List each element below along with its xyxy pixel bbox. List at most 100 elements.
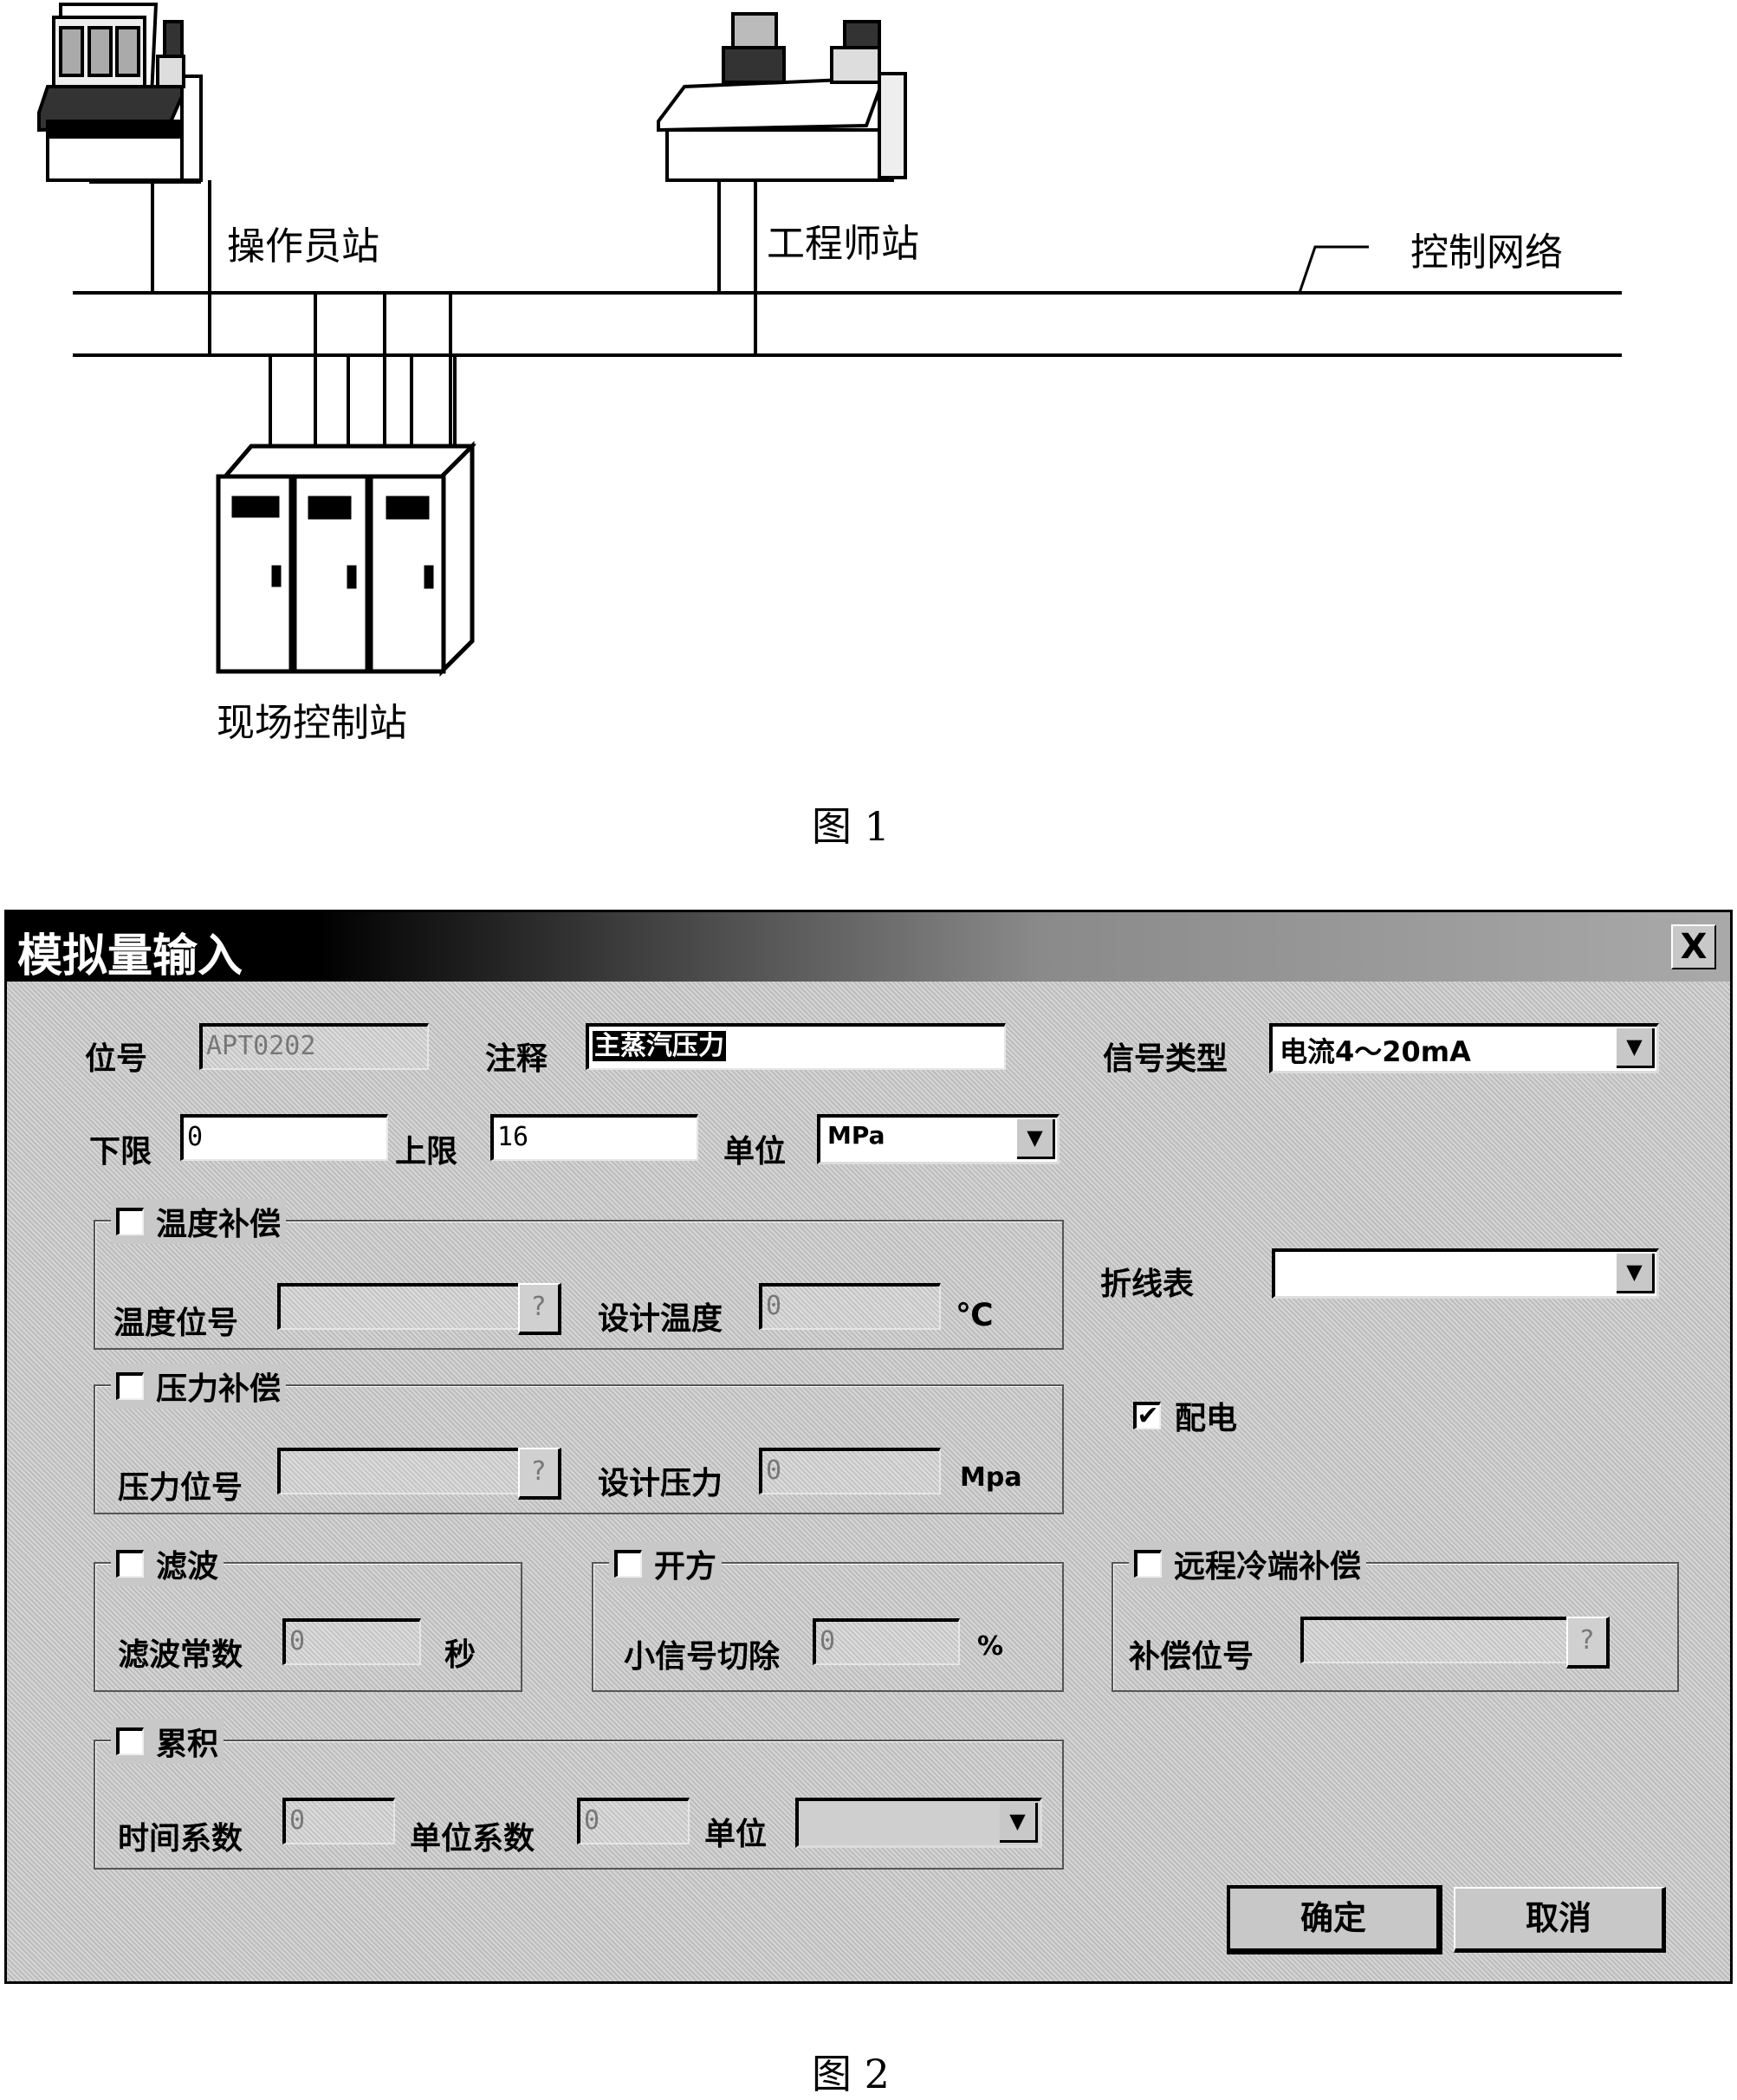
figure-1-caption: 图 1 xyxy=(812,803,890,850)
unit-coef-label: 单位系数 xyxy=(410,1821,535,1857)
design-press-unit: Mpa xyxy=(960,1462,1022,1493)
temp-tag-input[interactable] xyxy=(277,1283,520,1330)
chevron-down-icon[interactable]: ▼ xyxy=(1617,1254,1655,1293)
temp-tag-lookup-button[interactable]: ? xyxy=(518,1283,561,1335)
accum-unit-select[interactable]: ▼ xyxy=(795,1798,1042,1848)
time-coef-label: 时间系数 xyxy=(118,1821,243,1857)
control-network-label: 控制网络 xyxy=(1410,230,1563,275)
signal-type-select[interactable]: 电流4～20mA ▼ xyxy=(1269,1023,1659,1073)
cutoff-input[interactable]: 0 xyxy=(813,1618,960,1665)
dialog-title: 模拟量输入 xyxy=(17,930,243,982)
field-control-station-label: 现场控制站 xyxy=(217,701,407,745)
cancel-button[interactable]: 取消 xyxy=(1454,1887,1666,1953)
filter-unit: 秒 xyxy=(444,1637,476,1673)
question-icon: ? xyxy=(1580,1625,1594,1656)
design-press-value: 0 xyxy=(766,1455,782,1486)
figure-1-dcs-architecture: 操作员站 工程师站 控制网络 现场控制站 图 1 xyxy=(0,0,1737,866)
accum-unit-label: 单位 xyxy=(704,1817,768,1852)
analog-input-dialog: 模拟量输入 X 位号 APT0202 注释 主蒸汽压力 信号类型 电流4～20m… xyxy=(4,910,1733,1984)
accumulate-label: 累积 xyxy=(156,1727,219,1762)
cutoff-unit: % xyxy=(977,1631,1004,1662)
cold-junction-label: 远程冷端补偿 xyxy=(1174,1549,1362,1585)
temp-comp-header: 温度补偿 xyxy=(111,1199,287,1244)
check-icon: ✔ xyxy=(1137,1401,1159,1431)
comp-tag-lookup-button[interactable]: ? xyxy=(1566,1617,1610,1669)
cutoff-label: 小信号切除 xyxy=(624,1639,781,1675)
press-comp-header: 压力补偿 xyxy=(111,1364,287,1409)
design-temp-input[interactable]: 0 xyxy=(759,1283,941,1330)
comp-tag-input[interactable] xyxy=(1300,1617,1569,1663)
press-tag-input[interactable] xyxy=(277,1448,520,1494)
design-press-label: 设计压力 xyxy=(598,1466,723,1501)
operator-station-label: 操作员站 xyxy=(227,224,379,269)
design-temp-label: 设计温度 xyxy=(598,1301,723,1337)
power-label: 配电 xyxy=(1175,1401,1238,1436)
press-comp-checkbox[interactable] xyxy=(116,1372,144,1400)
accumulate-checkbox[interactable] xyxy=(116,1727,144,1755)
upper-limit-label: 上限 xyxy=(395,1134,458,1170)
temp-comp-checkbox[interactable] xyxy=(116,1208,144,1235)
design-temp-value: 0 xyxy=(766,1291,782,1321)
upper-limit-value: 16 xyxy=(497,1122,529,1152)
lower-limit-value: 0 xyxy=(187,1122,204,1152)
upper-limit-input[interactable]: 16 xyxy=(490,1114,698,1161)
close-button[interactable]: X xyxy=(1671,924,1716,969)
comp-tag-label: 补偿位号 xyxy=(1129,1639,1254,1675)
signal-type-value: 电流4～20mA xyxy=(1280,1035,1471,1068)
signal-type-label: 信号类型 xyxy=(1103,1041,1228,1077)
lower-limit-label: 下限 xyxy=(89,1134,152,1170)
filter-const-input[interactable]: 0 xyxy=(282,1618,421,1665)
filter-header: 滤波 xyxy=(111,1541,224,1586)
press-tag-label: 压力位号 xyxy=(118,1470,243,1506)
cold-junction-checkbox[interactable] xyxy=(1134,1550,1162,1578)
design-press-input[interactable]: 0 xyxy=(759,1448,941,1494)
sqrt-header: 开方 xyxy=(609,1541,723,1586)
power-checkbox[interactable]: ✔ xyxy=(1133,1402,1161,1429)
cutoff-value: 0 xyxy=(820,1626,836,1656)
filter-const-value: 0 xyxy=(289,1626,306,1656)
dialog-titlebar[interactable]: 模拟量输入 X xyxy=(7,912,1730,982)
ok-button[interactable]: 确定 xyxy=(1227,1885,1442,1954)
question-icon: ? xyxy=(532,1292,546,1322)
figure-2-caption: 图 2 xyxy=(812,2051,890,2097)
cold-junction-header: 远程冷端补偿 xyxy=(1129,1541,1367,1586)
sqrt-checkbox[interactable] xyxy=(614,1550,642,1578)
unit-select[interactable]: MPa ▼ xyxy=(817,1114,1060,1164)
comment-label: 注释 xyxy=(485,1041,548,1077)
power-option[interactable]: ✔ 配电 xyxy=(1133,1393,1237,1438)
press-comp-label: 压力补偿 xyxy=(156,1371,282,1407)
unit-value: MPa xyxy=(827,1121,885,1150)
temp-comp-label: 温度补偿 xyxy=(156,1207,282,1242)
chevron-down-icon[interactable]: ▼ xyxy=(1000,1803,1038,1843)
polyline-label: 折线表 xyxy=(1100,1267,1195,1302)
close-icon: X xyxy=(1680,927,1708,967)
sqrt-label: 开方 xyxy=(654,1549,717,1585)
filter-const-label: 滤波常数 xyxy=(118,1637,243,1673)
chevron-down-icon[interactable]: ▼ xyxy=(1617,1028,1655,1068)
lower-limit-input[interactable]: 0 xyxy=(180,1114,388,1161)
question-icon: ? xyxy=(532,1456,546,1487)
unit-coef-value: 0 xyxy=(584,1805,600,1836)
press-tag-lookup-button[interactable]: ? xyxy=(518,1448,561,1500)
unit-coef-input[interactable]: 0 xyxy=(577,1798,690,1844)
unit-label: 单位 xyxy=(723,1134,787,1170)
time-coef-input[interactable]: 0 xyxy=(282,1798,395,1844)
engineer-station-label: 工程师站 xyxy=(767,222,919,266)
filter-label: 滤波 xyxy=(156,1549,219,1585)
field-control-station-icon xyxy=(216,440,476,677)
chevron-down-icon[interactable]: ▼ xyxy=(1017,1119,1055,1159)
comment-value: 主蒸汽压力 xyxy=(593,1031,726,1061)
tag-label: 位号 xyxy=(85,1041,148,1077)
engineer-station-icon xyxy=(657,12,907,182)
filter-checkbox[interactable] xyxy=(116,1550,144,1578)
time-coef-value: 0 xyxy=(289,1805,306,1836)
temp-tag-label: 温度位号 xyxy=(113,1306,239,1341)
operator-station-icon xyxy=(37,3,203,184)
network-leader-line xyxy=(1298,245,1369,294)
design-temp-unit: ℃ xyxy=(956,1298,994,1333)
accumulate-header: 累积 xyxy=(111,1719,224,1764)
comment-input[interactable]: 主蒸汽压力 xyxy=(586,1023,1006,1070)
polyline-select[interactable]: ▼ xyxy=(1272,1248,1659,1299)
tag-input[interactable]: APT0202 xyxy=(199,1023,429,1070)
tag-value: APT0202 xyxy=(206,1031,316,1061)
